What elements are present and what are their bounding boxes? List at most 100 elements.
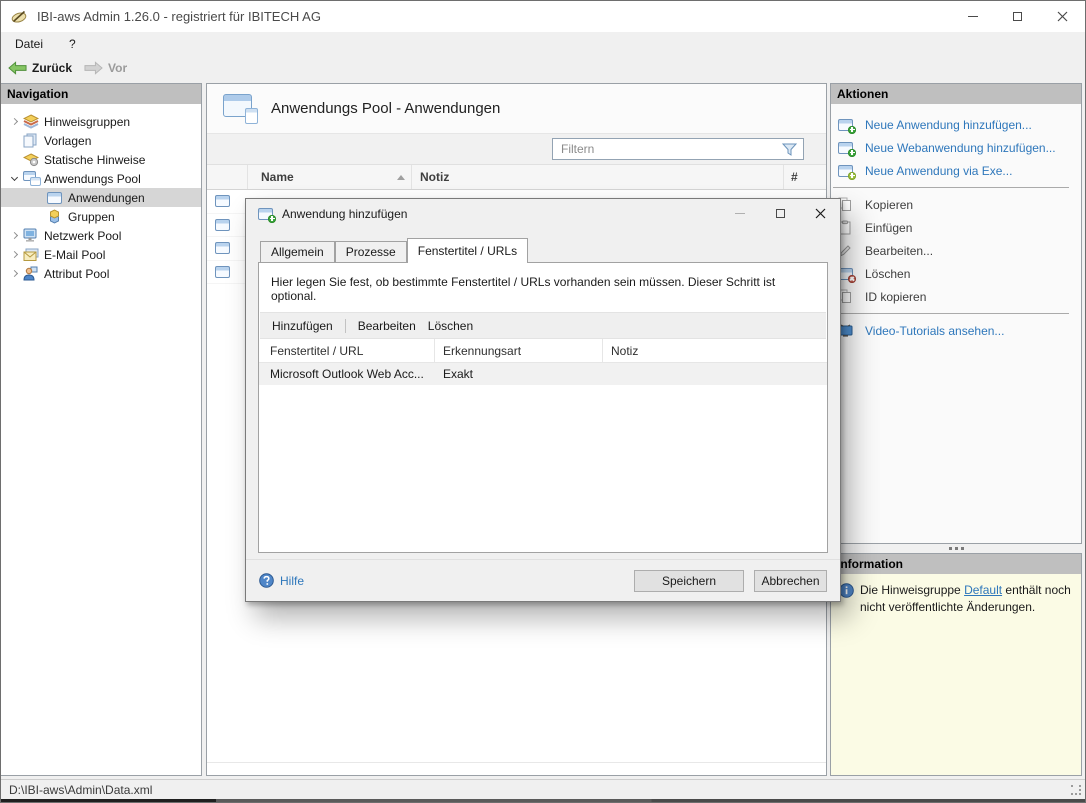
sidebar-item-gruppen[interactable]: Gruppen bbox=[1, 207, 201, 226]
dialog-controls bbox=[720, 199, 840, 228]
actions-header: Aktionen bbox=[831, 84, 1081, 104]
back-button[interactable]: Zurück bbox=[8, 61, 72, 75]
templates-icon bbox=[23, 133, 43, 148]
taskbar-sliver bbox=[1, 799, 1085, 802]
main-header: Anwendungs Pool - Anwendungen bbox=[207, 84, 826, 134]
dialog-column-type[interactable]: Erkennungsart bbox=[435, 339, 603, 362]
action-video-tutorials[interactable]: Video-Tutorials ansehen... bbox=[831, 319, 1081, 342]
dialog-title: Anwendung hinzufügen bbox=[282, 207, 407, 221]
dialog-table-row[interactable]: Microsoft Outlook Web Acc... Exakt bbox=[259, 363, 827, 385]
sidebar-item-anwendungen[interactable]: Anwendungen bbox=[1, 188, 201, 207]
dialog-column-note[interactable]: Notiz bbox=[603, 339, 827, 362]
chevron-down-icon[interactable] bbox=[10, 174, 17, 181]
add-application-dialog: Anwendung hinzufügen Allgemein Prozesse … bbox=[245, 198, 841, 602]
application-icon bbox=[215, 219, 230, 231]
chevron-right-icon[interactable] bbox=[10, 251, 17, 258]
dialog-minimize-button[interactable] bbox=[720, 199, 760, 228]
chevron-right-icon[interactable] bbox=[10, 232, 17, 239]
chevron-right-icon[interactable] bbox=[10, 270, 17, 277]
cancel-button[interactable]: Abbrechen bbox=[754, 570, 827, 592]
back-arrow-icon bbox=[8, 61, 27, 75]
application-icon bbox=[215, 266, 230, 278]
action-einfuegen[interactable]: Einfügen bbox=[831, 216, 1081, 239]
dialog-close-button[interactable] bbox=[800, 199, 840, 228]
maximize-button[interactable] bbox=[995, 1, 1040, 32]
sidebar-item-hinweisgruppen[interactable]: Hinweisgruppen bbox=[1, 112, 201, 131]
page-title: Anwendungs Pool - Anwendungen bbox=[271, 100, 500, 117]
information-header: Information bbox=[831, 554, 1081, 574]
sidebar-item-netzwerk-pool[interactable]: Netzwerk Pool bbox=[1, 226, 201, 245]
action-loeschen[interactable]: Löschen bbox=[831, 262, 1081, 285]
sidebar-item-anwendungs-pool[interactable]: Anwendungs Pool bbox=[1, 169, 201, 188]
action-new-application[interactable]: Neue Anwendung hinzufügen... bbox=[831, 113, 1081, 136]
default-group-link[interactable]: Default bbox=[964, 583, 1002, 597]
application-icon bbox=[47, 192, 67, 204]
column-notiz[interactable]: Notiz bbox=[412, 165, 784, 189]
close-button[interactable] bbox=[1040, 1, 1085, 32]
save-button[interactable]: Speichern bbox=[634, 570, 744, 592]
tab-allgemein[interactable]: Allgemein bbox=[260, 241, 335, 262]
filter-icon[interactable] bbox=[782, 143, 797, 156]
column-count[interactable]: # bbox=[784, 165, 826, 189]
minimize-button[interactable] bbox=[950, 1, 995, 32]
window-controls bbox=[950, 1, 1085, 32]
tab-prozesse[interactable]: Prozesse bbox=[335, 241, 407, 262]
action-bearbeiten[interactable]: Bearbeiten... bbox=[831, 239, 1081, 262]
dialog-maximize-button[interactable] bbox=[760, 199, 800, 228]
action-id-kopieren[interactable]: ID kopieren bbox=[831, 285, 1081, 308]
action-new-webapplication[interactable]: Neue Webanwendung hinzufügen... bbox=[831, 136, 1081, 159]
sidebar-item-vorlagen[interactable]: Vorlagen bbox=[1, 131, 201, 150]
sidebar-item-email-pool[interactable]: E-Mail Pool bbox=[1, 245, 201, 264]
app-logo-icon bbox=[10, 9, 28, 24]
splitter-dots-icon bbox=[955, 547, 958, 550]
new-application-exe-icon bbox=[838, 165, 857, 177]
menu-datei[interactable]: Datei bbox=[15, 37, 43, 51]
action-kopieren[interactable]: Kopieren bbox=[831, 193, 1081, 216]
forward-button[interactable]: Vor bbox=[84, 61, 127, 75]
menu-help[interactable]: ? bbox=[69, 37, 76, 51]
forward-arrow-icon bbox=[84, 61, 103, 75]
info-icon bbox=[839, 583, 854, 598]
column-name[interactable]: Name bbox=[248, 165, 412, 189]
chevron-right-icon[interactable] bbox=[10, 118, 17, 125]
application-icon bbox=[215, 195, 230, 207]
dialog-footer: Hilfe Speichern Abbrechen bbox=[246, 559, 840, 601]
toolbar-separator bbox=[345, 319, 346, 333]
dialog-add-button[interactable]: Hinzufügen bbox=[272, 319, 333, 333]
information-panel: Information Die Hinweisgruppe Default en… bbox=[830, 553, 1082, 776]
network-pool-icon bbox=[23, 228, 43, 243]
sidebar-item-attribut-pool[interactable]: Attribut Pool bbox=[1, 264, 201, 283]
filter-input[interactable] bbox=[559, 141, 778, 157]
navigation-panel: Navigation Hinweisgruppen Vorlagen Stati… bbox=[1, 83, 202, 776]
actions-panel: Aktionen Neue Anwendung hinzufügen... Ne… bbox=[830, 83, 1082, 544]
dialog-edit-button[interactable]: Bearbeiten bbox=[358, 319, 416, 333]
notice-groups-icon bbox=[23, 114, 43, 129]
minimize-icon bbox=[735, 213, 745, 214]
groups-icon bbox=[47, 209, 67, 224]
sidebar-item-statische-hinweise[interactable]: Statische Hinweise bbox=[1, 150, 201, 169]
statusbar-path: D:\IBI-aws\Admin\Data.xml bbox=[9, 783, 152, 797]
help-link[interactable]: Hilfe bbox=[259, 573, 304, 588]
dialog-titlebar: Anwendung hinzufügen bbox=[246, 199, 840, 228]
sort-ascending-icon bbox=[397, 175, 405, 180]
menubar: Datei ? bbox=[1, 32, 1085, 55]
statusbar: D:\IBI-aws\Admin\Data.xml bbox=[1, 779, 1085, 799]
applications-header-icon bbox=[223, 94, 258, 124]
dialog-tab-page: Hier legen Sie fest, ob bestimmte Fenste… bbox=[258, 262, 828, 553]
panel-splitter[interactable] bbox=[830, 544, 1082, 553]
minimize-icon bbox=[968, 16, 978, 17]
dialog-column-title[interactable]: Fenstertitel / URL bbox=[259, 339, 435, 362]
application-pool-icon bbox=[23, 171, 43, 186]
navigation-header: Navigation bbox=[1, 84, 201, 104]
resize-grip-icon[interactable] bbox=[1071, 785, 1082, 796]
information-text: Die Hinweisgruppe Default enthält noch n… bbox=[860, 582, 1073, 616]
forward-label: Vor bbox=[108, 61, 127, 75]
tab-fenstertitel-urls[interactable]: Fenstertitel / URLs bbox=[407, 238, 528, 263]
titlebar: IBI-aws Admin 1.26.0 - registriert für I… bbox=[1, 1, 1085, 32]
attribute-pool-icon bbox=[23, 266, 43, 281]
new-webapplication-icon bbox=[838, 142, 857, 154]
information-box: Die Hinweisgruppe Default enthält noch n… bbox=[831, 574, 1081, 775]
dialog-delete-button[interactable]: Löschen bbox=[428, 319, 473, 333]
back-label: Zurück bbox=[32, 61, 72, 75]
action-new-application-via-exe[interactable]: Neue Anwendung via Exe... bbox=[831, 159, 1081, 182]
